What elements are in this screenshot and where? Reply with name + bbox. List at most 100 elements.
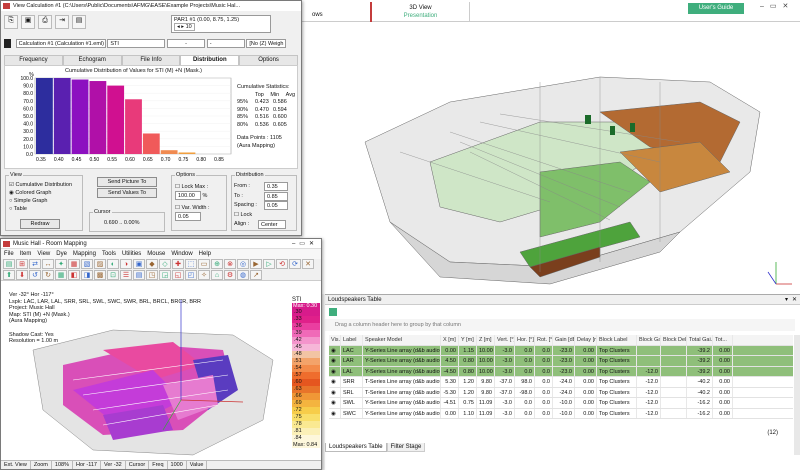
menu-item-mouse[interactable]: Mouse <box>147 249 165 259</box>
toolbar-tool-icon[interactable]: ✧ <box>198 270 210 280</box>
var-width-input[interactable]: 0.05 <box>175 212 201 221</box>
column-header[interactable]: Delay [ms] <box>575 335 597 345</box>
toolbar-tool-icon[interactable]: ▤ <box>3 259 15 269</box>
toolbar-tool-icon[interactable]: ⊡ <box>107 270 119 280</box>
map-select[interactable]: STI <box>107 39 166 48</box>
toolbar-tool-icon[interactable]: ◐ <box>107 259 119 269</box>
tab-file-info[interactable]: File Info <box>121 55 181 65</box>
table-row[interactable]: ◉LARY-Series Line array (d&b audiotechni… <box>329 356 793 367</box>
panel-close-icon[interactable]: ✕ <box>792 295 797 305</box>
from-input[interactable]: 0.35 <box>264 182 288 191</box>
tab-options[interactable]: Options <box>239 55 298 65</box>
menu-item-dye[interactable]: Dye <box>56 249 67 259</box>
toolbar-tool-icon[interactable]: ☰ <box>120 270 132 280</box>
tab-filter-stage[interactable]: Filter Stage <box>386 443 426 452</box>
table-row[interactable]: ◉LACY-Series Line array (d&b audiotechni… <box>329 345 793 356</box>
toolbar-tool-icon[interactable]: ▶ <box>250 259 262 269</box>
column-header[interactable]: Block Label <box>597 335 637 345</box>
traffic-light-icon[interactable] <box>4 39 11 48</box>
weighting-select[interactable]: [No (Z) Weigh <box>246 39 287 48</box>
redraw-button[interactable]: Redraw <box>20 219 60 229</box>
users-guide-button[interactable]: User's Guide <box>688 3 744 14</box>
visibility-eye-icon[interactable]: ◉ <box>329 398 341 408</box>
send-values-button[interactable]: Send Values To <box>97 188 157 198</box>
chart-icon[interactable]: ▤ <box>72 15 86 29</box>
toolbar-tool-icon[interactable]: ⟲ <box>276 259 288 269</box>
toolbar-tool-icon[interactable]: ⬚ <box>185 259 197 269</box>
cumulative-checkbox[interactable]: ☑ Cumulative Distribution <box>9 181 72 189</box>
simple-radio[interactable]: ○ Simple Graph <box>9 197 72 205</box>
tab-frequency[interactable]: Frequency <box>4 55 63 65</box>
toolbar-tool-icon[interactable]: ✦ <box>55 259 67 269</box>
toolbar-tool-icon[interactable]: ⌂ <box>211 270 223 280</box>
toolbar-tool-icon[interactable]: ▦ <box>68 259 80 269</box>
menu-item-window[interactable]: Window <box>171 249 192 259</box>
menu-item-help[interactable]: Help <box>199 249 211 259</box>
toolbar-tool-icon[interactable]: ◲ <box>159 270 171 280</box>
column-header[interactable]: Block Delay... <box>661 335 687 345</box>
column-header[interactable]: Block Ga... <box>637 335 661 345</box>
toolbar-tool-icon[interactable]: ◨ <box>81 270 93 280</box>
toolbar-tool-icon[interactable]: ◆ <box>146 259 158 269</box>
table-radio[interactable]: ○ Table <box>9 205 72 213</box>
room-canvas[interactable]: Ver -32° Hor -117° Lspk: LAC, LAR, LAL, S… <box>3 290 289 460</box>
menu-item-item[interactable]: Item <box>20 249 32 259</box>
spacing-input[interactable]: 0.05 <box>264 201 288 210</box>
toolbar-tool-icon[interactable]: ▧ <box>81 259 93 269</box>
toolbar-tool-icon[interactable]: ▤ <box>133 270 145 280</box>
toolbar-tool-icon[interactable]: ✕ <box>302 259 314 269</box>
table-vscroll[interactable] <box>794 335 800 455</box>
toolbar-tool-icon[interactable]: ◱ <box>172 270 184 280</box>
column-header[interactable]: Label <box>341 335 363 345</box>
toolbar-tool-icon[interactable]: ◎ <box>237 259 249 269</box>
column-header[interactable]: Vis. <box>329 335 341 345</box>
column-header[interactable]: Rot. [°] <box>535 335 553 345</box>
menu-item-view[interactable]: View <box>37 249 50 259</box>
toolbar-icon[interactable] <box>329 308 337 316</box>
column-header[interactable]: X [m] <box>441 335 459 345</box>
tab-3d-view[interactable]: 3D View Presentation <box>370 2 470 22</box>
toolbar-tool-icon[interactable]: ◳ <box>146 270 158 280</box>
column-header[interactable]: Y [m] <box>459 335 477 345</box>
toolbar-tool-icon[interactable]: ◇ <box>159 259 171 269</box>
menu-item-utilities[interactable]: Utilities <box>122 249 141 259</box>
toolbar-tool-icon[interactable]: ⚙ <box>224 270 236 280</box>
column-header[interactable]: Z [m] <box>477 335 495 345</box>
toolbar-tool-icon[interactable]: ↗ <box>250 270 262 280</box>
column-header[interactable]: Vert. [°] <box>495 335 515 345</box>
var-width-checkbox[interactable]: ☐ Var. Width : <box>175 204 210 212</box>
table-row[interactable]: ◉LALY-Series Line array (d&b audiotechni… <box>329 366 793 377</box>
toolbar-tool-icon[interactable]: ⊞ <box>16 259 28 269</box>
toolbar-tool-icon[interactable]: ▣ <box>133 259 145 269</box>
toolbar-tool-icon[interactable]: ↻ <box>42 270 54 280</box>
print-icon[interactable]: ⎙ <box>38 15 52 29</box>
table-row[interactable]: ◉SWCY-Series Line array (d&b audiotechni… <box>329 408 793 419</box>
align-select[interactable]: Center <box>258 220 286 229</box>
toolbar-tool-icon[interactable]: ⊕ <box>211 259 223 269</box>
column-header[interactable]: Tot... <box>713 335 733 345</box>
copy-icon[interactable]: ⎘ <box>4 15 18 29</box>
panel-pin-icon[interactable]: ▾ <box>785 295 788 305</box>
toolbar-tool-icon[interactable]: ▨ <box>94 259 106 269</box>
table-row[interactable]: ◉SRLT-Series Line array (d&b audiotechni… <box>329 387 793 398</box>
tab-distribution[interactable]: Distribution <box>180 55 240 65</box>
toolbar-tool-icon[interactable]: ⬆ <box>3 270 15 280</box>
room-window-controls[interactable]: –▭✕ <box>292 239 318 249</box>
export-icon[interactable]: ⇥ <box>55 15 69 29</box>
toolbar-tool-icon[interactable]: ⬇ <box>16 270 28 280</box>
tab-loudspeakers-table[interactable]: Loudspeakers Table <box>325 443 387 452</box>
menu-item-file[interactable]: File <box>4 249 14 259</box>
stepper-select-2[interactable]: - <box>206 39 245 48</box>
toolbar-tool-icon[interactable]: ◰ <box>185 270 197 280</box>
toolbar-tool-icon[interactable]: ▷ <box>263 259 275 269</box>
column-header[interactable]: Gain [dB] <box>553 335 575 345</box>
visibility-eye-icon[interactable]: ◉ <box>329 387 341 397</box>
table-row[interactable]: ◉SWLY-Series Line array (d&b audiotechni… <box>329 398 793 409</box>
tab-workspace[interactable]: ows <box>312 12 323 18</box>
window-controls[interactable]: –▭✕ <box>760 2 794 10</box>
visibility-eye-icon[interactable]: ◉ <box>329 408 341 418</box>
toolbar-tool-icon[interactable]: ↔ <box>42 259 54 269</box>
toolbar-tool-icon[interactable]: ↺ <box>29 270 41 280</box>
toolbar-tool-icon[interactable]: ▦ <box>55 270 67 280</box>
par-stepper[interactable]: ◂ ▸ 10 <box>174 23 195 31</box>
